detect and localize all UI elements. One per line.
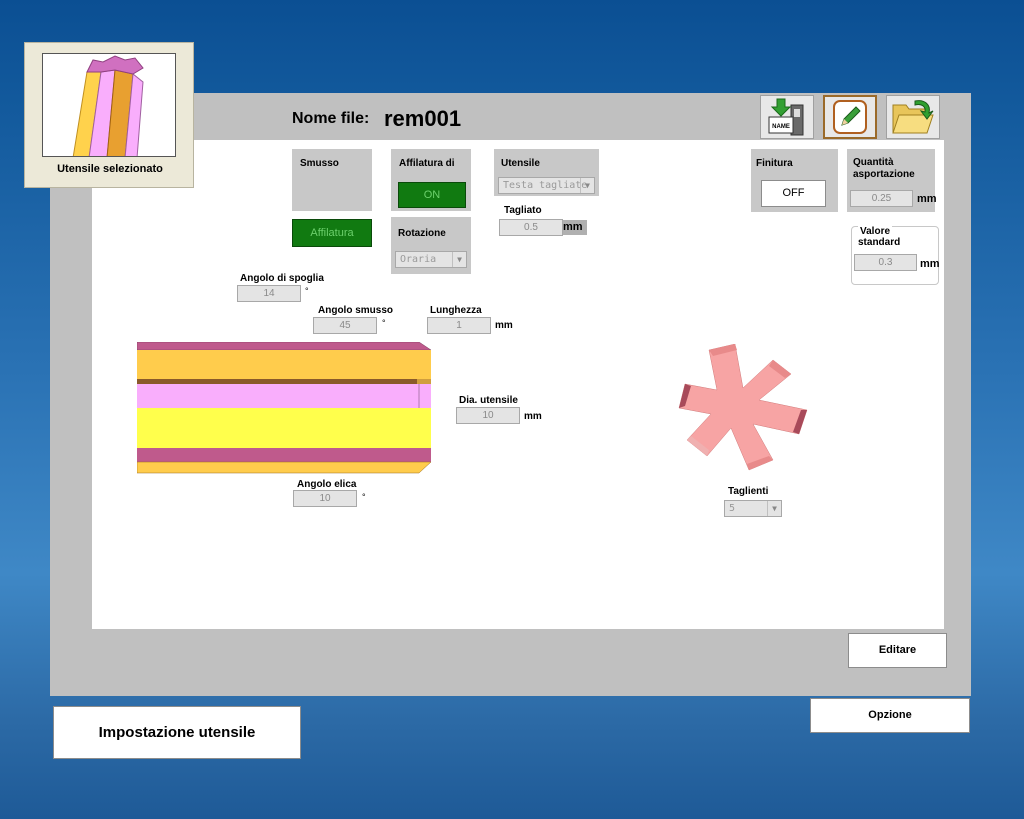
selected-tool-thumbnail: Utensile selezionato	[24, 42, 194, 188]
tool-3d-preview	[42, 53, 176, 157]
lunghezza-unit: mm	[495, 320, 513, 331]
opzione-button[interactable]: Opzione	[810, 698, 970, 733]
smusso-title: Smusso	[300, 158, 339, 169]
open-folder-button[interactable]	[886, 95, 940, 139]
taglienti-select[interactable]: 5 ▼	[724, 500, 782, 517]
finitura-title: Finitura	[756, 158, 793, 169]
chevron-down-icon: ▼	[767, 501, 781, 516]
quantita-title-1: Quantità	[853, 157, 894, 168]
affilatura-button[interactable]: Affilatura	[292, 219, 372, 247]
rotazione-value: Oraria	[400, 254, 437, 265]
finitura-toggle[interactable]: OFF	[761, 180, 826, 207]
angolo-smusso-label: Angolo smusso	[318, 305, 394, 316]
editare-button[interactable]: Editare	[848, 633, 947, 668]
file-name-label: Nome file:	[292, 110, 370, 127]
dia-utensile-field[interactable]: 10	[456, 407, 520, 424]
quantita-title-2: asportazione	[853, 169, 915, 180]
lunghezza-field[interactable]: 1	[427, 317, 491, 334]
save-name-icon: NAME	[768, 98, 804, 136]
quantita-unit: mm	[917, 193, 937, 205]
affilatura-title: Affilatura di	[399, 158, 455, 169]
save-icon-text: NAME	[772, 124, 790, 130]
taglienti-value: 5	[729, 503, 736, 514]
valore-standard-field[interactable]: 0.3	[854, 254, 917, 271]
valore-standard-title-2: standard	[858, 237, 901, 248]
page-title: Impostazione utensile	[53, 706, 301, 759]
rotazione-select[interactable]: Oraria ▼	[395, 251, 467, 268]
tagliato-field[interactable]: 0.5	[499, 219, 563, 236]
dia-utensile-label: Dia. utensile	[459, 395, 518, 406]
smusso-box: Smusso	[292, 149, 372, 211]
finitura-box: Finitura OFF	[751, 149, 838, 212]
edit-button[interactable]	[823, 95, 877, 139]
rotazione-box: Rotazione Oraria ▼	[391, 217, 471, 274]
utensile-select[interactable]: Testa tagliate ▼	[498, 177, 595, 194]
edit-pencil-icon	[833, 100, 867, 134]
dia-utensile-unit: mm	[524, 411, 542, 422]
taglienti-label: Taglienti	[728, 486, 769, 497]
angolo-elica-label: Angolo elica	[297, 479, 357, 490]
valore-standard-group: Valore standard 0.3	[851, 226, 939, 285]
angolo-spoglia-label: Angolo di spoglia	[240, 273, 324, 284]
utensile-box: Utensile Testa tagliate ▼	[494, 149, 599, 196]
valore-standard-unit: mm	[920, 258, 940, 270]
save-name-button[interactable]: NAME	[760, 95, 814, 139]
tagliato-label: Tagliato	[504, 205, 542, 216]
angolo-spoglia-unit: °	[305, 286, 309, 296]
rotazione-title: Rotazione	[398, 228, 446, 239]
tagliato-unit: mm	[563, 220, 587, 235]
valore-standard-title-1: Valore	[858, 226, 893, 237]
angolo-spoglia-field[interactable]: 14	[237, 285, 301, 302]
selected-tool-label: Utensile selezionato	[57, 163, 163, 175]
lunghezza-label: Lunghezza	[430, 305, 482, 316]
file-name-value: rem001	[384, 106, 462, 131]
angolo-smusso-field[interactable]: 45	[313, 317, 377, 334]
open-folder-icon	[892, 100, 934, 134]
affilatura-box: Affilatura di ON	[391, 149, 471, 211]
utensile-value: Testa tagliate	[503, 180, 588, 191]
affilatura-toggle[interactable]: ON	[398, 182, 466, 208]
chevron-down-icon: ▼	[580, 178, 594, 193]
tool-side-view	[137, 342, 432, 474]
tool-cross-section	[678, 344, 808, 471]
angolo-elica-unit: °	[362, 492, 366, 502]
angolo-smusso-unit: °	[382, 318, 386, 328]
chevron-down-icon: ▼	[452, 252, 466, 267]
angolo-elica-field[interactable]: 10	[293, 490, 357, 507]
quantita-field[interactable]: 0.25	[850, 190, 913, 207]
utensile-title: Utensile	[501, 158, 540, 169]
